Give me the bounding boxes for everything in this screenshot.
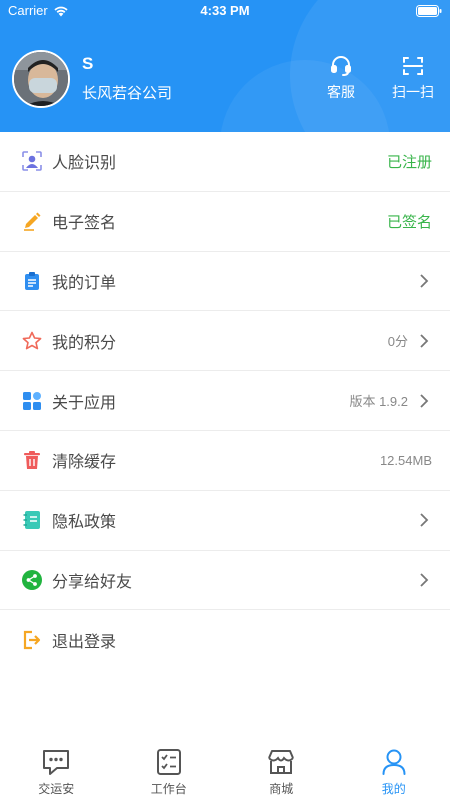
avatar[interactable] — [12, 50, 70, 108]
cache-size-value: 12.54MB — [379, 452, 432, 468]
headset-icon — [331, 56, 351, 76]
scan-icon — [403, 57, 423, 75]
menu-item-label: 清除缓存 — [52, 452, 117, 472]
pen-icon — [22, 211, 42, 231]
face-status-value: 已注册 — [386, 152, 432, 171]
chat-icon — [43, 750, 70, 775]
clock: 4:33 PM — [200, 3, 250, 18]
user-icon — [382, 749, 406, 775]
version-value: 版本 1.9.2 — [349, 394, 408, 410]
menu-item-face-recognition[interactable]: 人脸识别 已注册 — [0, 132, 450, 192]
menu-item-e-signature[interactable]: 电子签名 已签名 — [0, 192, 450, 252]
tab-label: 我的 — [381, 782, 406, 796]
tab-label: 商城 — [269, 782, 294, 796]
points-value: 0分 — [387, 334, 408, 350]
menu-item-label: 我的订单 — [52, 272, 117, 292]
chevron-right-icon — [416, 393, 432, 409]
profile-header: Carrier 4:33 PM S 长风若谷公司 客服 扫一扫 — [0, 0, 450, 132]
clipboard-icon — [22, 271, 42, 291]
chevron-right-icon — [416, 512, 432, 528]
chevron-right-icon — [416, 273, 432, 289]
face-id-icon — [22, 151, 42, 172]
tab-label: 交运安 — [38, 782, 75, 796]
battery-icon — [416, 5, 442, 17]
settings-menu: 人脸识别 已注册 电子签名 已签名 我的订单 我的积分 0分 关于应用 版本 1… — [0, 132, 450, 734]
menu-item-my-orders[interactable]: 我的订单 — [0, 252, 450, 312]
scan-label: 扫一扫 — [392, 85, 434, 101]
tab-workbench[interactable]: 工作台 — [113, 734, 226, 800]
tab-mine[interactable]: 我的 — [338, 734, 450, 800]
menu-item-label: 关于应用 — [52, 392, 117, 412]
menu-item-clear-cache[interactable]: 清除缓存 12.54MB — [0, 431, 450, 491]
menu-item-label: 人脸识别 — [52, 153, 117, 173]
logout-icon — [22, 630, 42, 650]
menu-item-label: 隐私政策 — [52, 512, 117, 532]
menu-item-privacy-policy[interactable]: 隐私政策 — [0, 491, 450, 551]
avatar-photo — [14, 52, 68, 106]
menu-item-about-app[interactable]: 关于应用 版本 1.9.2 — [0, 371, 450, 431]
tab-jiaoyunan[interactable]: 交运安 — [0, 734, 113, 800]
apps-icon — [22, 391, 42, 411]
tab-label: 工作台 — [150, 782, 187, 796]
tab-mall[interactable]: 商城 — [225, 734, 338, 800]
menu-item-label: 退出登录 — [52, 632, 117, 652]
menu-item-label: 电子签名 — [52, 213, 117, 233]
menu-item-logout[interactable]: 退出登录 — [0, 610, 450, 670]
chevron-right-icon — [416, 333, 432, 349]
customer-service-label: 客服 — [327, 85, 355, 101]
user-name: S — [82, 54, 94, 73]
menu-item-my-points[interactable]: 我的积分 0分 — [0, 311, 450, 372]
menu-item-share[interactable]: 分享给好友 — [0, 551, 450, 611]
customer-service-button[interactable]: 客服 — [311, 52, 371, 102]
menu-item-label: 我的积分 — [52, 332, 117, 352]
signature-status-value: 已签名 — [386, 212, 432, 231]
status-bar: Carrier 4:33 PM — [0, 0, 450, 24]
trash-icon — [22, 450, 42, 470]
menu-item-label: 分享给好友 — [52, 571, 133, 591]
store-icon — [268, 750, 295, 774]
star-icon — [22, 331, 42, 351]
checklist-icon — [156, 749, 181, 775]
chevron-right-icon — [416, 572, 432, 588]
share-icon — [22, 569, 42, 590]
scan-button[interactable]: 扫一扫 — [383, 52, 443, 102]
user-company: 长风若谷公司 — [82, 84, 173, 102]
notebook-icon — [22, 510, 42, 530]
tab-bar: 交运安 工作台 商城 我的 — [0, 734, 450, 800]
